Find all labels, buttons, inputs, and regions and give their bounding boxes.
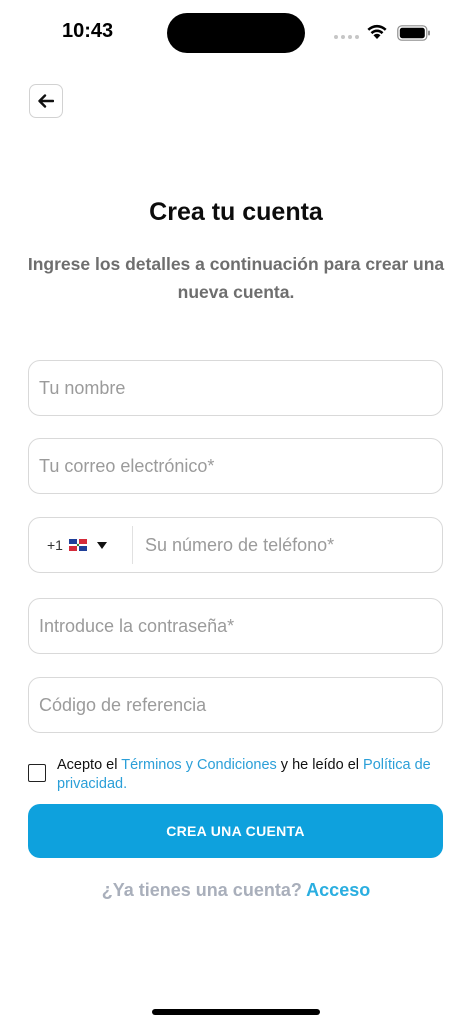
referral-code-field[interactable] <box>28 677 443 733</box>
page-title: Crea tu cuenta <box>149 198 323 226</box>
signal-dots-icon <box>334 35 359 39</box>
terms-link[interactable]: Términos y Condiciones <box>121 757 277 773</box>
name-field[interactable] <box>28 360 443 416</box>
create-account-button[interactable]: CREA UNA CUENTA <box>28 804 443 858</box>
referral-code-input[interactable] <box>29 678 442 732</box>
country-code: +1 <box>47 537 63 553</box>
page-subtitle: Ingrese los detalles a continuación para… <box>27 254 445 302</box>
email-field[interactable] <box>28 438 443 494</box>
password-input[interactable] <box>29 599 442 653</box>
battery-icon <box>397 25 430 41</box>
wifi-icon <box>367 24 387 39</box>
dynamic-island <box>167 13 305 53</box>
name-input[interactable] <box>29 361 442 415</box>
arrow-left-icon <box>38 94 54 108</box>
login-link[interactable]: Acceso <box>306 880 370 900</box>
terms-text-part-2: y he leído el <box>276 757 364 773</box>
chevron-down-icon <box>96 541 107 549</box>
home-indicator[interactable] <box>152 1009 320 1015</box>
country-code-selector[interactable]: +1 <box>29 526 133 564</box>
email-input[interactable] <box>29 439 442 493</box>
terms-text-part-1: Acepto el <box>57 757 122 773</box>
phone-field[interactable]: +1 <box>28 517 443 573</box>
terms-text: Acepto el Términos y Condiciones y he le… <box>57 756 447 794</box>
password-field[interactable] <box>28 598 443 654</box>
login-question: ¿Ya tienes una cuenta? <box>101 880 302 900</box>
login-prompt: ¿Ya tienes una cuenta? Acceso <box>0 880 472 901</box>
phone-input[interactable] <box>133 518 442 572</box>
terms-checkbox[interactable] <box>28 764 46 782</box>
status-time: 10:43 <box>62 20 114 42</box>
back-button[interactable] <box>29 84 63 118</box>
dominican-republic-flag-icon <box>68 539 87 551</box>
